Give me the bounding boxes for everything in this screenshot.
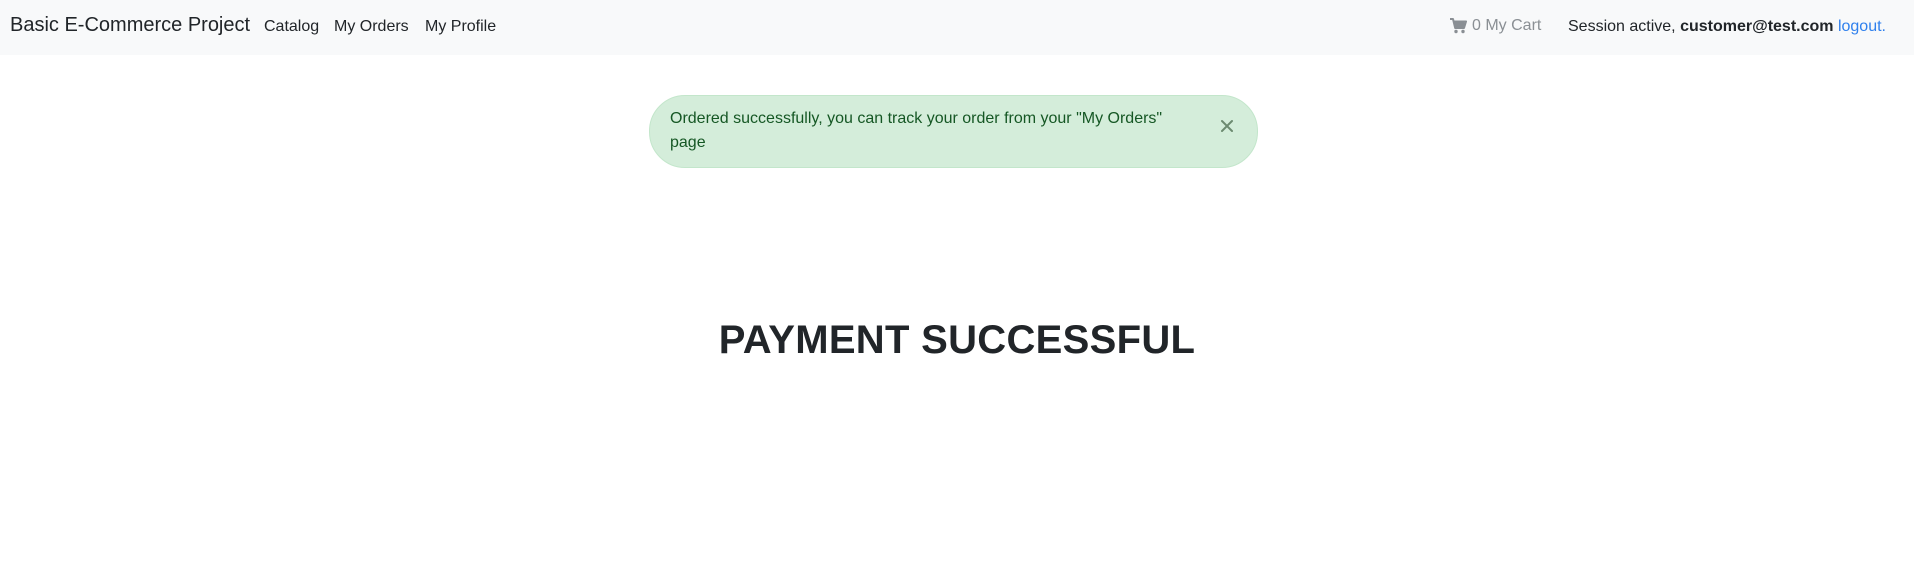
session-prefix: Session active, — [1568, 18, 1676, 35]
close-icon[interactable] — [1217, 116, 1237, 136]
alert-message: Ordered successfully, you can track your… — [670, 110, 1163, 151]
session-email: customer@test.com — [1680, 18, 1834, 35]
nav-link-my-profile[interactable]: My Profile — [425, 18, 496, 36]
nav-link-my-orders[interactable]: My Orders — [334, 18, 409, 36]
cart-link[interactable]: 0 My Cart — [1449, 17, 1541, 35]
brand-link[interactable]: Basic E-Commerce Project — [10, 14, 250, 37]
top-navbar: Basic E-Commerce Project Catalog My Orde… — [0, 0, 1914, 55]
session-status: Session active, customer@test.com logout… — [1568, 18, 1886, 36]
cart-icon — [1449, 18, 1467, 34]
success-alert: Ordered successfully, you can track your… — [649, 95, 1258, 168]
nav-link-catalog[interactable]: Catalog — [264, 18, 319, 36]
logout-link[interactable]: logout. — [1838, 18, 1886, 35]
page-title: PAYMENT SUCCESSFUL — [718, 318, 1196, 362]
cart-label: 0 My Cart — [1472, 17, 1542, 34]
